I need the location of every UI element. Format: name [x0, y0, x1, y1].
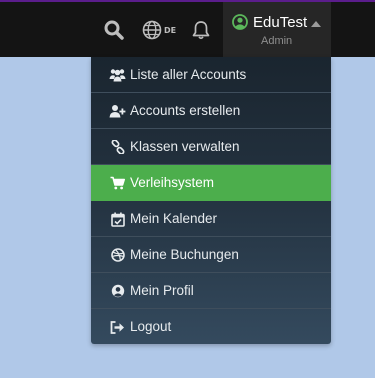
menu-item-label: Liste aller Accounts: [130, 67, 247, 82]
user-plus-icon: [109, 103, 126, 119]
user-circle-icon: [109, 283, 126, 299]
sign-out-icon: [109, 319, 126, 335]
user-role: Admin: [261, 35, 293, 47]
users-icon: [109, 67, 126, 83]
menu-item-label: Klassen verwalten: [130, 139, 240, 154]
menu-item-label: Meine Buchungen: [130, 247, 239, 262]
menu-item-my-bookings[interactable]: Meine Buchungen: [91, 237, 331, 273]
top-navbar: DE EduTest Admin: [0, 0, 375, 57]
user-dropdown-menu: Liste aller Accounts Accounts erstellen …: [91, 57, 331, 344]
menu-item-label: Accounts erstellen: [130, 103, 241, 118]
menu-item-label: Logout: [130, 319, 172, 334]
menu-item-my-profile[interactable]: Mein Profil: [91, 273, 331, 309]
user-name: EduTest: [253, 14, 308, 31]
search-button[interactable]: [100, 17, 128, 43]
caret-up-icon: [311, 21, 321, 27]
user-circle-icon: [232, 14, 248, 30]
menu-item-create-accounts[interactable]: Accounts erstellen: [91, 93, 331, 129]
cart-icon: [109, 175, 126, 191]
dribbble-icon: [109, 247, 126, 263]
menu-item-label: Verleihsystem: [130, 175, 215, 190]
menu-item-my-calendar[interactable]: Mein Kalender: [91, 201, 331, 237]
menu-item-accounts-list[interactable]: Liste aller Accounts: [91, 57, 331, 93]
globe-icon: [142, 20, 162, 40]
search-icon: [104, 20, 124, 40]
menu-item-lending-system[interactable]: Verleihsystem: [91, 165, 331, 201]
language-code: DE: [163, 25, 177, 35]
link-icon: [109, 139, 126, 155]
language-selector[interactable]: DE: [139, 17, 179, 43]
menu-item-logout[interactable]: Logout: [91, 309, 331, 345]
bell-icon: [192, 21, 210, 40]
menu-item-manage-classes[interactable]: Klassen verwalten: [91, 129, 331, 165]
menu-item-label: Mein Profil: [130, 283, 194, 298]
calendar-check-icon: [109, 211, 126, 227]
user-menu-toggle[interactable]: EduTest Admin: [223, 2, 331, 57]
notifications-button[interactable]: [189, 17, 213, 43]
menu-item-label: Mein Kalender: [130, 211, 218, 226]
